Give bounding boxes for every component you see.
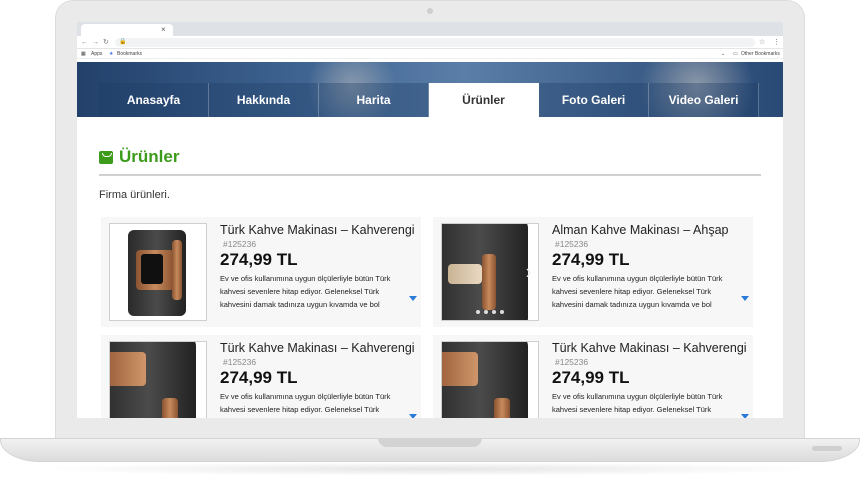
product-name[interactable]: Türk Kahve Makinası – Kahverengi bbox=[220, 341, 415, 355]
url-input[interactable] bbox=[115, 38, 755, 47]
nav-video-galeri[interactable]: Video Galeri bbox=[649, 83, 759, 117]
main-content: Ürünler Firma ürünleri. Türk Kahve Makin… bbox=[77, 117, 783, 418]
browser-tabbar: × bbox=[77, 22, 783, 36]
product-card[interactable]: Türk Kahve Makinası – Kahverengi #125236… bbox=[101, 335, 421, 418]
carousel-dot[interactable] bbox=[500, 310, 504, 314]
product-code: #125236 bbox=[555, 239, 589, 249]
lock-icon: 🔒 bbox=[119, 39, 127, 45]
product-code: #125236 bbox=[223, 357, 257, 367]
page-intro: Firma ürünleri. bbox=[99, 189, 170, 201]
product-image[interactable] bbox=[441, 341, 539, 418]
chevron-down-icon[interactable]: ⌄ bbox=[721, 49, 725, 59]
product-card[interactable]: Türk Kahve Makinası – Kahverengi #125236… bbox=[433, 335, 753, 418]
product-price: 274,99 TL bbox=[220, 250, 298, 269]
expand-arrow-icon[interactable] bbox=[409, 296, 417, 301]
bookmark-bookmarks[interactable]: Bookmarks bbox=[117, 49, 142, 59]
folder-icon: ▭ bbox=[733, 51, 738, 57]
expand-arrow-icon[interactable] bbox=[741, 296, 749, 301]
product-image[interactable] bbox=[109, 223, 207, 321]
screen: × ← → ↻ 🔒 ☆ ⋮ ▦ Apps ★ Bookmarks ⌄ ▭ Oth… bbox=[77, 22, 783, 418]
laptop-foot bbox=[812, 446, 842, 451]
product-description: Ev ve ofis kullanımına uygun ölçülerliyl… bbox=[220, 392, 391, 414]
carousel-next-icon[interactable]: ❯ bbox=[525, 268, 532, 277]
product-price: 274,99 TL bbox=[220, 368, 298, 387]
site-header: Anasayfa Hakkında Harita Ürünler Foto Ga… bbox=[77, 62, 783, 117]
tab-close-icon[interactable]: × bbox=[161, 24, 166, 36]
product-card[interactable]: ❯ Alman Kahve Makinası – Ahşap #125236 2… bbox=[433, 217, 753, 327]
browser-addressbar: ← → ↻ 🔒 ☆ ⋮ bbox=[77, 36, 783, 49]
carousel-dot[interactable] bbox=[476, 310, 480, 314]
star-bookmark-icon: ★ bbox=[109, 51, 114, 57]
product-price: 274,99 TL bbox=[552, 368, 630, 387]
expand-arrow-icon[interactable] bbox=[409, 414, 417, 418]
forward-icon[interactable]: → bbox=[92, 36, 99, 49]
product-image[interactable] bbox=[109, 341, 207, 418]
page-title: Ürünler bbox=[99, 147, 179, 167]
laptop-notch bbox=[378, 438, 482, 447]
bookmark-other[interactable]: Other Bookmarks bbox=[741, 49, 780, 59]
bookmark-apps[interactable]: Apps bbox=[91, 49, 102, 59]
product-card[interactable]: Türk Kahve Makinası – Kahverengi #125236… bbox=[101, 217, 421, 327]
back-icon[interactable]: ← bbox=[81, 36, 88, 49]
laptop-shadow bbox=[30, 462, 830, 476]
product-code: #125236 bbox=[223, 239, 257, 249]
shopping-bag-icon bbox=[99, 150, 113, 164]
product-name[interactable]: Türk Kahve Makinası – Kahverengi bbox=[220, 223, 415, 237]
product-description: Ev ve ofis kullanımına uygun ölçülerliyl… bbox=[552, 274, 723, 309]
product-code: #125236 bbox=[555, 357, 589, 367]
nav-harita[interactable]: Harita bbox=[319, 83, 429, 117]
product-image[interactable]: ❯ bbox=[441, 223, 539, 321]
product-description: Ev ve ofis kullanımına uygun ölçülerliyl… bbox=[220, 274, 391, 309]
carousel-dot[interactable] bbox=[492, 310, 496, 314]
browser-tab[interactable]: × bbox=[81, 24, 173, 36]
title-divider bbox=[99, 174, 761, 176]
star-icon[interactable]: ☆ bbox=[759, 36, 765, 49]
expand-arrow-icon[interactable] bbox=[741, 414, 749, 418]
reload-icon[interactable]: ↻ bbox=[103, 36, 109, 49]
product-description: Ev ve ofis kullanımına uygun ölçülerliyl… bbox=[552, 392, 723, 414]
menu-icon[interactable]: ⋮ bbox=[773, 36, 780, 49]
nav-foto-galeri[interactable]: Foto Galeri bbox=[539, 83, 649, 117]
main-nav: Anasayfa Hakkında Harita Ürünler Foto Ga… bbox=[99, 83, 759, 117]
product-price: 274,99 TL bbox=[552, 250, 630, 269]
nav-urunler[interactable]: Ürünler bbox=[429, 83, 539, 117]
carousel-dot[interactable] bbox=[484, 310, 488, 314]
nav-anasayfa[interactable]: Anasayfa bbox=[99, 83, 209, 117]
webcam bbox=[427, 8, 433, 14]
bookmarks-bar: ▦ Apps ★ Bookmarks ⌄ ▭ Other Bookmarks bbox=[77, 49, 783, 59]
product-name[interactable]: Türk Kahve Makinası – Kahverengi bbox=[552, 341, 747, 355]
nav-hakkinda[interactable]: Hakkında bbox=[209, 83, 319, 117]
apps-icon: ▦ bbox=[81, 51, 86, 57]
product-name[interactable]: Alman Kahve Makinası – Ahşap bbox=[552, 223, 729, 237]
page-title-text: Ürünler bbox=[119, 147, 180, 166]
carousel-dots bbox=[476, 310, 504, 314]
